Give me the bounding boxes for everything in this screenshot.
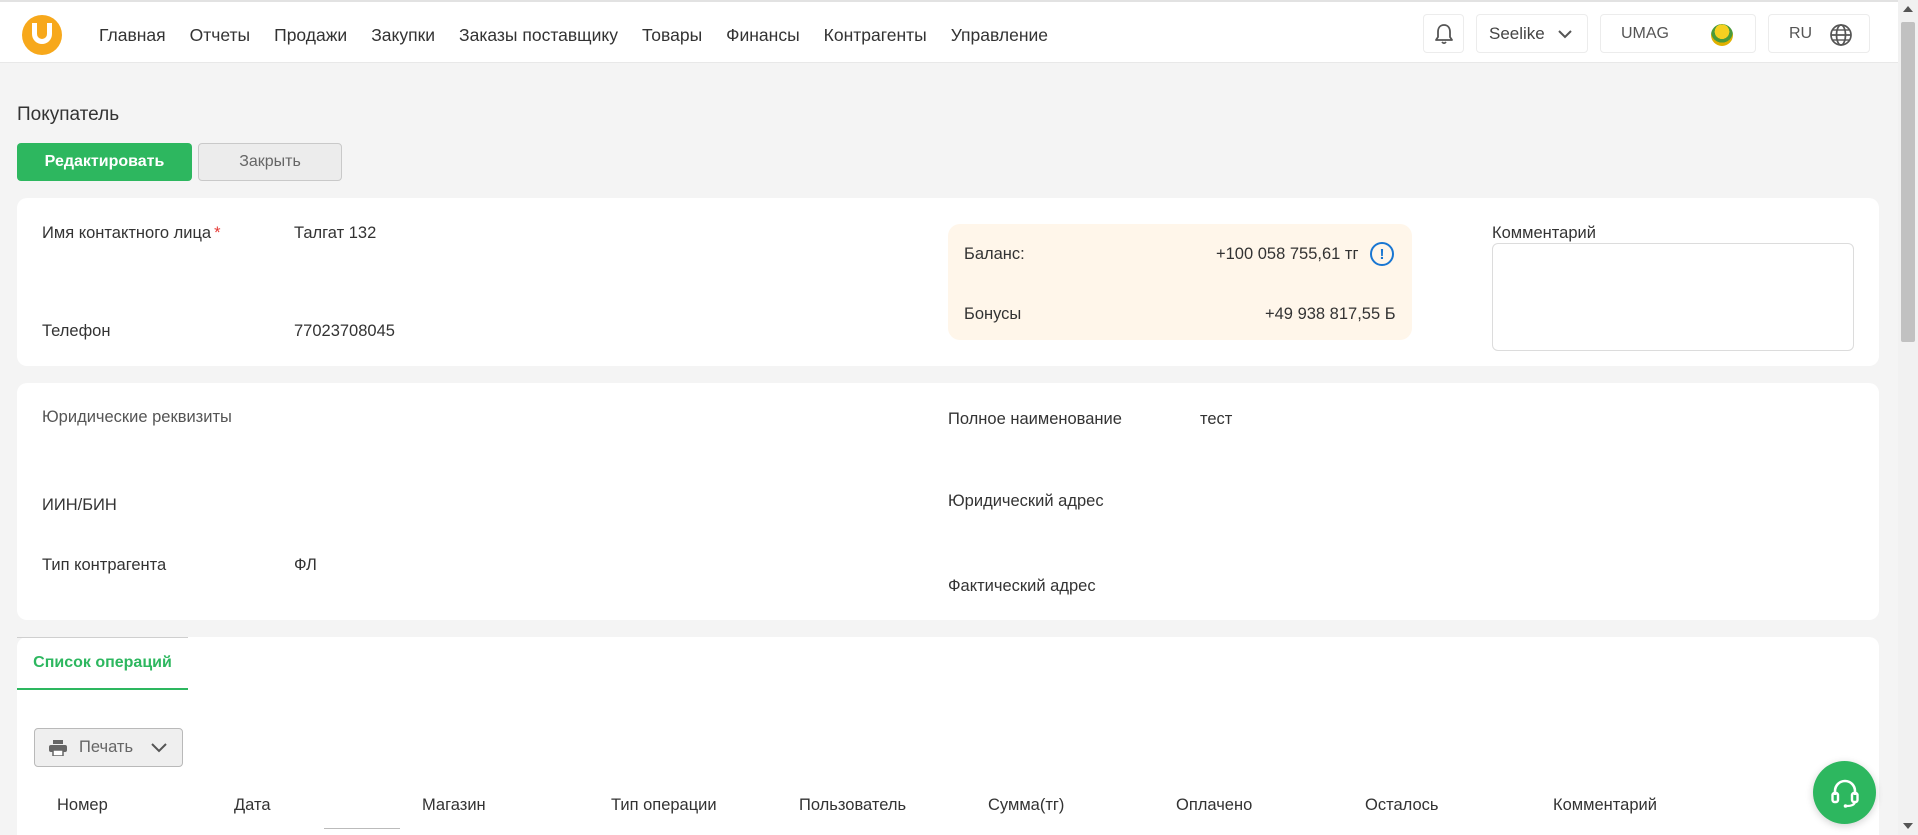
column-header-paid[interactable]: Оплачено: [1176, 796, 1252, 815]
actual-address-label: Фактический адрес: [948, 577, 1096, 595]
counterparty-type-label: Тип контрагента: [42, 556, 167, 574]
full-name-label: Полное наименование: [948, 410, 1122, 428]
main-nav: Главная Отчеты Продажи Закупки Заказы по…: [99, 25, 1072, 46]
nav-item-supplier-orders[interactable]: Заказы поставщику: [459, 25, 618, 46]
full-name-value: тест: [1200, 410, 1233, 428]
globe-icon: [1830, 24, 1852, 46]
column-header-remaining[interactable]: Осталось: [1365, 796, 1438, 815]
comment-field[interactable]: [1492, 243, 1854, 351]
tab-operations-list[interactable]: Список операций: [17, 637, 188, 690]
top-bar: Главная Отчеты Продажи Закупки Заказы по…: [0, 0, 1898, 63]
notifications-button[interactable]: [1423, 14, 1464, 53]
vertical-scrollbar[interactable]: [1898, 0, 1918, 835]
phone-value: 77023708045: [294, 322, 395, 340]
comment-label: Комментарий: [1492, 224, 1596, 242]
scroll-up-arrow-icon[interactable]: [1903, 6, 1913, 12]
brand-name: UMAG: [1621, 24, 1669, 42]
column-header-number[interactable]: Номер: [57, 796, 108, 815]
scrollbar-thumb[interactable]: [1901, 22, 1915, 342]
close-button[interactable]: Закрыть: [198, 143, 342, 181]
print-button[interactable]: Печать: [34, 728, 183, 767]
column-header-comment[interactable]: Комментарий: [1553, 796, 1657, 815]
organization-name: Seelike: [1489, 23, 1545, 43]
bell-icon: [1434, 23, 1453, 44]
language-select[interactable]: RU: [1768, 14, 1870, 53]
brand-badge[interactable]: UMAG: [1600, 14, 1756, 53]
umag-logo[interactable]: [22, 15, 62, 55]
edit-button[interactable]: Редактировать: [17, 143, 192, 181]
info-icon[interactable]: !: [1370, 242, 1394, 266]
organization-select[interactable]: Seelike: [1476, 14, 1588, 53]
scroll-down-arrow-icon[interactable]: [1903, 823, 1913, 829]
chevron-down-icon: [1558, 30, 1572, 39]
contact-name-value: Талгат 132: [294, 224, 377, 242]
printer-icon: [49, 739, 67, 756]
date-filter-underline: [324, 828, 400, 829]
nav-item-sales[interactable]: Продажи: [274, 25, 347, 46]
chevron-down-icon: [151, 743, 167, 753]
headset-icon: [1830, 779, 1859, 808]
phone-label: Телефон: [42, 322, 111, 340]
column-header-user[interactable]: Пользователь: [799, 796, 906, 815]
balance-value: +100 058 755,61 тг: [1216, 245, 1359, 263]
nav-item-products[interactable]: Товары: [642, 25, 702, 46]
nav-item-finance[interactable]: Финансы: [726, 25, 799, 46]
print-label: Печать: [79, 738, 134, 756]
counterparty-type-value: ФЛ: [294, 556, 317, 574]
nav-item-purchases[interactable]: Закупки: [371, 25, 435, 46]
column-header-store[interactable]: Магазин: [422, 796, 486, 815]
support-chat-button[interactable]: [1813, 761, 1876, 824]
nav-item-reports[interactable]: Отчеты: [190, 25, 251, 46]
legal-section-label: Юридические реквизиты: [42, 408, 232, 426]
column-header-date[interactable]: Дата: [234, 796, 271, 815]
balance-label: Баланс:: [964, 245, 1025, 263]
bonus-label: Бонусы: [964, 305, 1022, 323]
column-header-operation-type[interactable]: Тип операции: [611, 796, 717, 815]
column-header-amount[interactable]: Сумма(тг): [988, 796, 1064, 815]
legal-address-label: Юридический адрес: [948, 492, 1104, 510]
language-code: RU: [1789, 24, 1813, 42]
required-mark: *: [214, 224, 221, 242]
bonus-value: +49 938 817,55 Б: [1265, 305, 1396, 323]
page-title: Покупатель: [17, 104, 120, 125]
contact-name-label: Имя контактного лица *: [42, 224, 221, 242]
nav-item-management[interactable]: Управление: [951, 25, 1048, 46]
nav-item-counterparties[interactable]: Контрагенты: [824, 25, 927, 46]
iin-label: ИИН/БИН: [42, 496, 117, 514]
brand-flag-icon: [1711, 24, 1733, 46]
nav-item-home[interactable]: Главная: [99, 25, 166, 46]
